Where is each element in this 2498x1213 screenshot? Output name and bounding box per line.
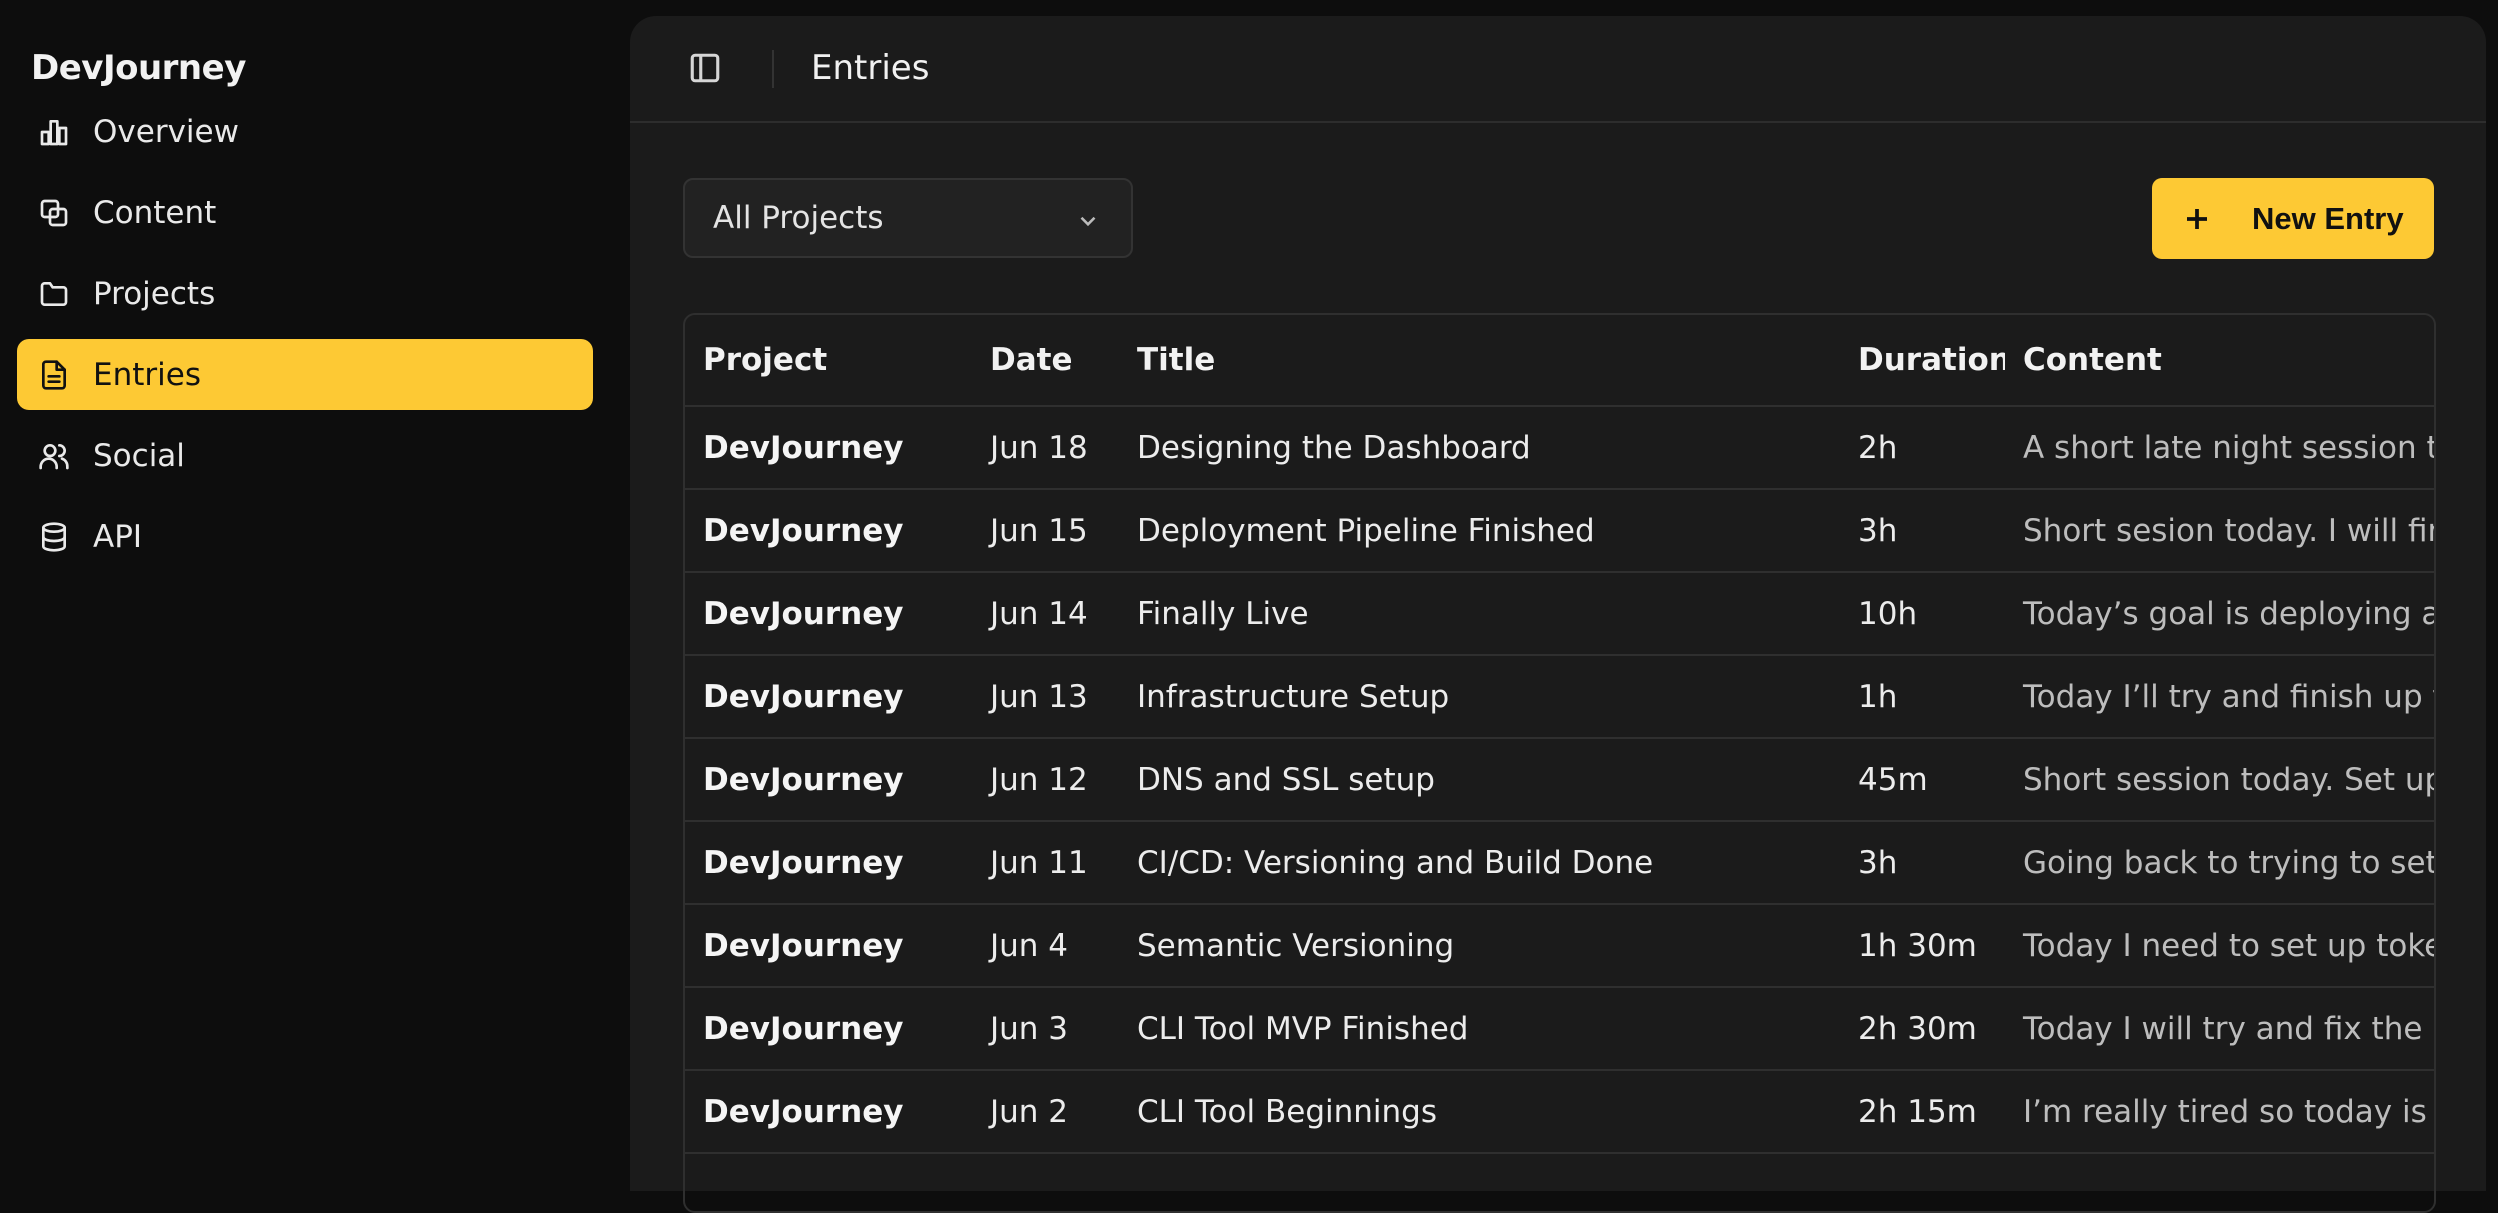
cell-date: Jun 11 bbox=[972, 821, 1119, 905]
cell-duration: 1h bbox=[1840, 655, 2005, 739]
folder-icon bbox=[37, 277, 71, 311]
column-header-duration[interactable]: Duration bbox=[1840, 315, 2005, 407]
cell-project: DevJourney bbox=[685, 738, 972, 822]
sidebar-toggle-button[interactable] bbox=[688, 51, 724, 87]
sidebar-item-entries[interactable]: Entries bbox=[17, 339, 593, 410]
column-header-project[interactable]: Project bbox=[685, 315, 972, 407]
copy-icon bbox=[37, 196, 71, 230]
cell-title: Finally Live bbox=[1119, 572, 1840, 656]
table-row[interactable]: DevJourney Jun 11 CI/CD: Versioning and … bbox=[685, 821, 2434, 905]
sidebar-item-api[interactable]: API bbox=[17, 501, 593, 572]
table-row[interactable]: DevJourney Jun 15 Deployment Pipeline Fi… bbox=[685, 489, 2434, 573]
cell-project: DevJourney bbox=[685, 489, 972, 573]
table-row[interactable]: DevJourney Jun 3 CLI Tool MVP Finished 2… bbox=[685, 987, 2434, 1071]
cell-date: Jun 12 bbox=[972, 738, 1119, 822]
cell-duration: 10h bbox=[1840, 572, 2005, 656]
table-header-row: Project Date Title Duration Content bbox=[685, 315, 2434, 407]
sidebar-item-label: API bbox=[93, 518, 143, 555]
cell-content: Today I will try and fix the n bbox=[2005, 987, 2434, 1071]
cell-title: DNS and SSL setup bbox=[1119, 738, 1840, 822]
users-icon bbox=[37, 439, 71, 473]
cell-content: Today’s goal is deploying a bbox=[2005, 572, 2434, 656]
top-bar: Entries bbox=[630, 16, 2486, 123]
cell-date: Jun 4 bbox=[972, 904, 1119, 988]
cell-date: Jun 15 bbox=[972, 489, 1119, 573]
cell-title: Infrastructure Setup bbox=[1119, 655, 1840, 739]
plus-icon bbox=[2182, 204, 2212, 234]
sidebar-nav: Overview Content Projects Entries Social bbox=[17, 96, 593, 582]
cell-title: CI/CD: Versioning and Build Done bbox=[1119, 821, 1840, 905]
table-row[interactable]: DevJourney Jun 13 Infrastructure Setup 1… bbox=[685, 655, 2434, 739]
toolbar-divider bbox=[772, 50, 774, 88]
cell-project: DevJourney bbox=[685, 904, 972, 988]
cell-content: Short session today. Set up bbox=[2005, 738, 2434, 822]
new-entry-button[interactable]: New Entry bbox=[2152, 178, 2434, 259]
cell-project: DevJourney bbox=[685, 406, 972, 490]
new-entry-label: New Entry bbox=[2252, 200, 2404, 236]
table-row[interactable]: DevJourney Jun 18 Designing the Dashboar… bbox=[685, 406, 2434, 490]
sidebar-item-social[interactable]: Social bbox=[17, 420, 593, 491]
cell-duration: 45m bbox=[1840, 738, 2005, 822]
chevron-down-icon bbox=[1075, 206, 1101, 232]
cell-duration: 2h bbox=[1840, 406, 2005, 490]
cell-date: Jun 3 bbox=[972, 987, 1119, 1071]
cell-project: DevJourney bbox=[685, 821, 972, 905]
column-header-content[interactable]: Content bbox=[2005, 315, 2434, 407]
cell-duration: 2h 30m bbox=[1840, 987, 2005, 1071]
table-row[interactable]: DevJourney Jun 4 Semantic Versioning 1h … bbox=[685, 904, 2434, 988]
cell-content: Short sesion today. I will fin bbox=[2005, 489, 2434, 573]
sidebar-item-label: Entries bbox=[93, 356, 201, 393]
main-panel: Entries All Projects New Entry Project D… bbox=[630, 16, 2486, 1213]
table-row[interactable]: DevJourney Jun 14 Finally Live 10h Today… bbox=[685, 572, 2434, 656]
cell-content: Today I’ll try and finish up t bbox=[2005, 655, 2434, 739]
cell-title: Deployment Pipeline Finished bbox=[1119, 489, 1840, 573]
cell-content: Going back to trying to set bbox=[2005, 821, 2434, 905]
sidebar-item-content[interactable]: Content bbox=[17, 177, 593, 248]
cell-project: DevJourney bbox=[685, 1070, 972, 1154]
cell-content: A short late night session t bbox=[2005, 406, 2434, 490]
sidebar-item-label: Projects bbox=[93, 275, 216, 312]
cell-date: Jun 2 bbox=[972, 1070, 1119, 1154]
project-filter-value: All Projects bbox=[713, 200, 884, 236]
project-filter-select[interactable]: All Projects bbox=[683, 178, 1133, 258]
panel-left-icon bbox=[690, 53, 720, 83]
cell-content: I’m really tired so today is g bbox=[2005, 1070, 2434, 1154]
cell-date: Jun 14 bbox=[972, 572, 1119, 656]
cell-title: Designing the Dashboard bbox=[1119, 406, 1840, 490]
table-row[interactable]: DevJourney Jun 12 DNS and SSL setup 45m … bbox=[685, 738, 2434, 822]
file-text-icon bbox=[37, 358, 71, 392]
app-logo[interactable]: DevJourney bbox=[31, 48, 246, 88]
sidebar-item-label: Social bbox=[93, 437, 185, 474]
cell-project: DevJourney bbox=[685, 655, 972, 739]
sidebar: DevJourney Overview Content Projects Ent… bbox=[0, 0, 628, 1175]
cell-duration: 1h 30m bbox=[1840, 904, 2005, 988]
cell-title: Semantic Versioning bbox=[1119, 904, 1840, 988]
sidebar-item-label: Overview bbox=[93, 113, 239, 150]
sidebar-item-label: Content bbox=[93, 194, 217, 231]
cell-content: Today I need to set up toke bbox=[2005, 904, 2434, 988]
entries-table: Project Date Title Duration Content DevJ… bbox=[683, 313, 2436, 1213]
column-header-date[interactable]: Date bbox=[972, 315, 1119, 407]
database-icon bbox=[37, 520, 71, 554]
column-header-title[interactable]: Title bbox=[1119, 315, 1840, 407]
sidebar-item-projects[interactable]: Projects bbox=[17, 258, 593, 329]
cell-duration: 2h 15m bbox=[1840, 1070, 2005, 1154]
cell-duration: 3h bbox=[1840, 821, 2005, 905]
page-title: Entries bbox=[811, 48, 930, 88]
cell-project: DevJourney bbox=[685, 987, 972, 1071]
bar-chart-icon bbox=[37, 115, 71, 149]
cell-duration: 3h bbox=[1840, 489, 2005, 573]
sidebar-item-overview[interactable]: Overview bbox=[17, 96, 593, 167]
cell-title: CLI Tool MVP Finished bbox=[1119, 987, 1840, 1071]
cell-title: CLI Tool Beginnings bbox=[1119, 1070, 1840, 1154]
cell-date: Jun 13 bbox=[972, 655, 1119, 739]
table-row[interactable]: DevJourney Jun 2 CLI Tool Beginnings 2h … bbox=[685, 1070, 2434, 1154]
cell-project: DevJourney bbox=[685, 572, 972, 656]
cell-date: Jun 18 bbox=[972, 406, 1119, 490]
